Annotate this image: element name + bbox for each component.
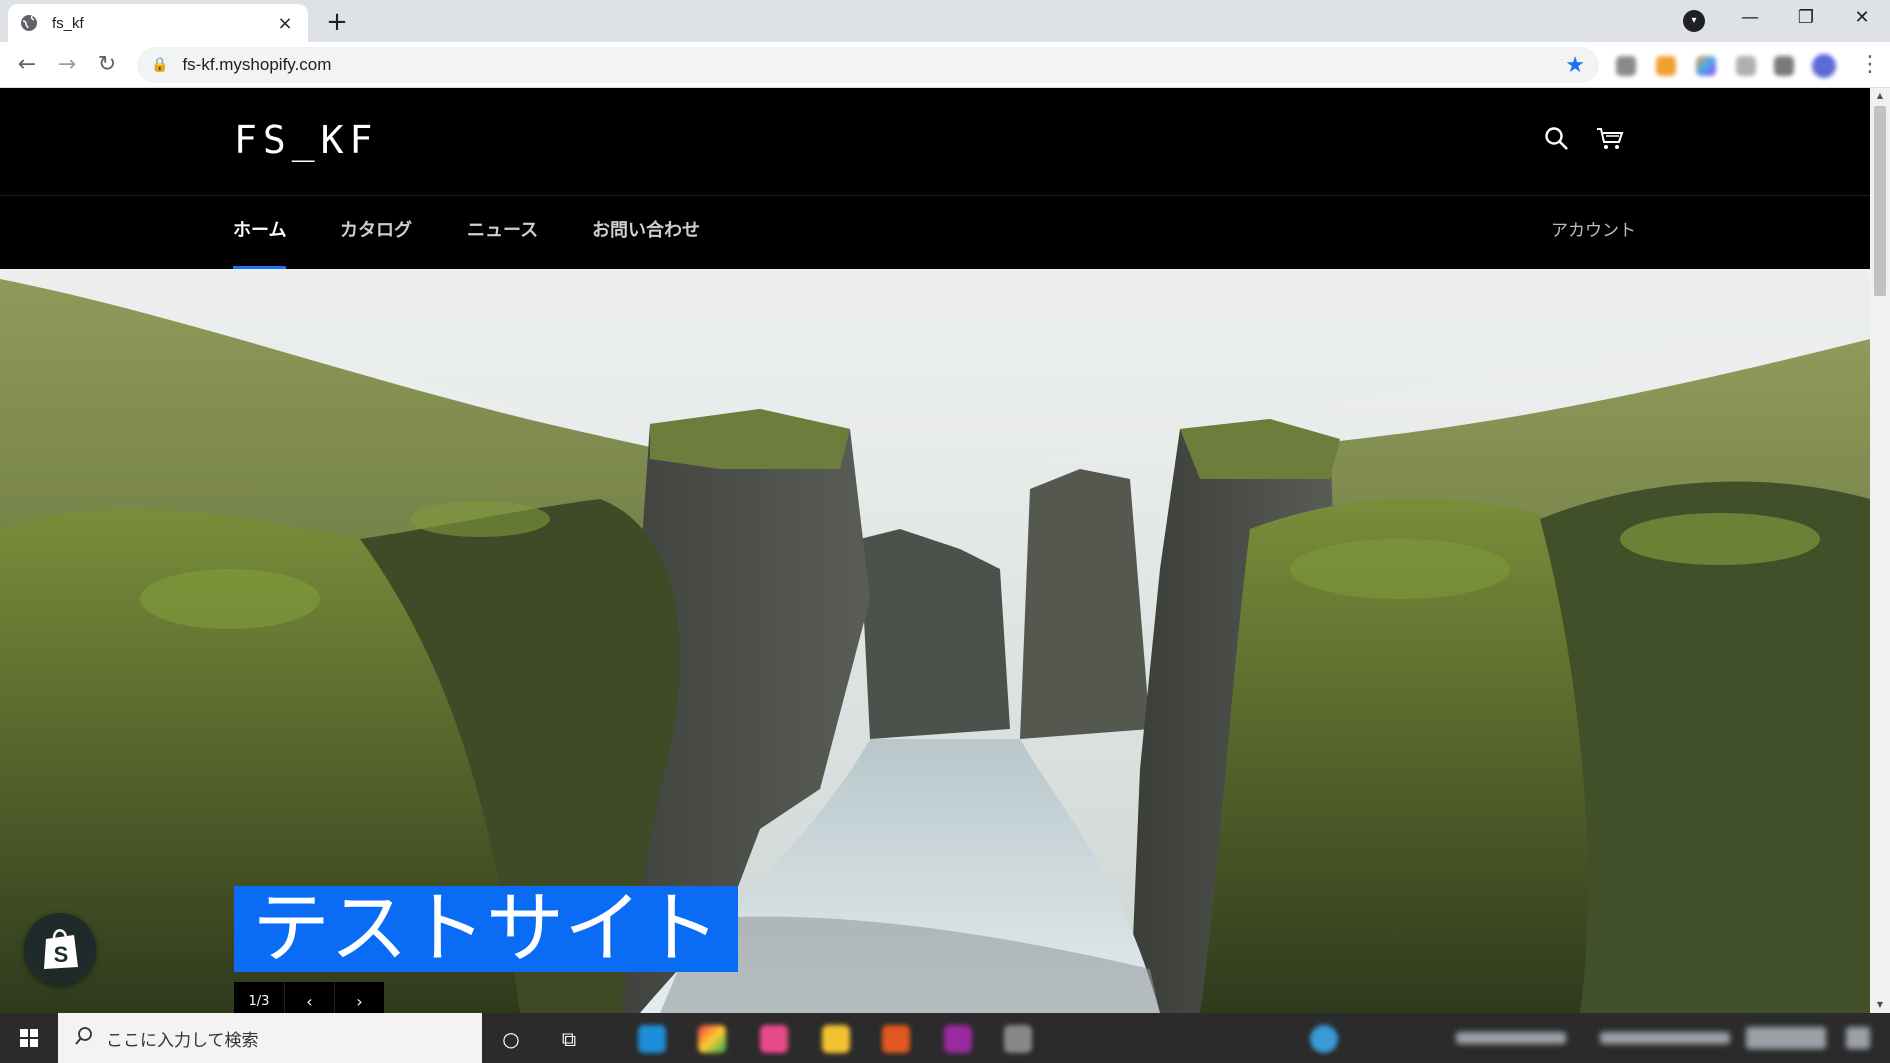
restore-button[interactable]: ❐	[1778, 0, 1834, 38]
extension-icon[interactable]	[1774, 56, 1794, 76]
reload-icon[interactable]: ↻	[92, 50, 122, 80]
shopify-bag-icon[interactable]: S	[24, 913, 96, 985]
extension-icon[interactable]	[1696, 56, 1716, 76]
taskbar-app-icon[interactable]	[638, 1025, 666, 1053]
browser-tab-strip: fs_kf × + ▾ — ❐ ✕	[0, 0, 1890, 42]
nav-item-news[interactable]: ニュース	[467, 197, 538, 269]
browser-menu-icon[interactable]: ⋮	[1858, 50, 1882, 80]
slide-prev-button[interactable]: ‹	[284, 982, 334, 1013]
nav-item-home[interactable]: ホーム	[233, 197, 287, 269]
search-icon	[74, 1026, 94, 1050]
hero-slideshow: テストサイト 1/3 ‹ ›	[0, 269, 1870, 1013]
windows-taskbar: ここに入力して検索 ○ ⧉	[0, 1013, 1890, 1063]
taskbar-clock[interactable]	[1746, 1027, 1826, 1049]
tab-search-icon[interactable]: ▾	[1683, 10, 1705, 32]
taskbar-search-placeholder: ここに入力して検索	[106, 1030, 259, 1051]
task-view-icon[interactable]: ⧉	[556, 1026, 582, 1052]
search-icon[interactable]	[1544, 126, 1574, 156]
slide-counter: 1/3	[234, 982, 284, 1013]
bookmark-star-icon[interactable]: ★	[1565, 53, 1585, 78]
notification-icon[interactable]	[1846, 1027, 1870, 1049]
extension-icon[interactable]	[1616, 56, 1636, 76]
browser-tab[interactable]: fs_kf ×	[8, 4, 308, 42]
tab-close-icon[interactable]: ×	[274, 13, 296, 34]
nav-item-catalog[interactable]: カタログ	[340, 197, 412, 269]
cortana-icon[interactable]: ○	[498, 1026, 524, 1052]
profile-avatar[interactable]	[1812, 54, 1836, 78]
nav-item-contact[interactable]: お問い合わせ	[592, 197, 700, 269]
close-window-button[interactable]: ✕	[1834, 0, 1890, 38]
back-arrow-icon[interactable]: ←	[12, 50, 42, 80]
site-header: FS_KF	[0, 88, 1870, 196]
page-scrollbar[interactable]: ▲ ▼	[1870, 88, 1890, 1013]
taskbar-search-box[interactable]: ここに入力して検索	[58, 1013, 482, 1063]
scroll-down-icon[interactable]: ▼	[1870, 997, 1890, 1013]
browser-toolbar: ← → ↻ 🔒 fs-kf.myshopify.com ★ ⋮	[0, 42, 1890, 88]
slide-next-button[interactable]: ›	[334, 982, 384, 1013]
tab-title: fs_kf	[52, 14, 84, 32]
address-bar[interactable]: 🔒 fs-kf.myshopify.com ★	[137, 47, 1599, 83]
extension-icon[interactable]	[1736, 56, 1756, 76]
site-logo[interactable]: FS_KF	[234, 118, 378, 162]
globe-icon	[20, 14, 38, 32]
page-viewport: FS_KF ホーム カタログ ニュース お問い合わせ アカウント テストサイト …	[0, 88, 1870, 1013]
account-link[interactable]: アカウント	[1551, 197, 1636, 269]
lock-icon: 🔒	[151, 57, 169, 73]
scroll-up-icon[interactable]: ▲	[1870, 88, 1890, 104]
hero-caption: テストサイト	[234, 886, 739, 972]
system-tray[interactable]	[1456, 1032, 1566, 1044]
system-tray-icons[interactable]	[1600, 1032, 1730, 1044]
taskbar-app-icon[interactable]	[760, 1025, 788, 1053]
svg-text:S: S	[54, 942, 69, 967]
windows-start-icon[interactable]	[0, 1013, 58, 1063]
scroll-thumb[interactable]	[1874, 106, 1886, 296]
taskbar-app-icon[interactable]	[944, 1025, 972, 1053]
new-tab-button[interactable]: +	[320, 6, 354, 40]
taskbar-app-icon[interactable]	[698, 1025, 726, 1053]
taskbar-app-icon[interactable]	[1310, 1025, 1338, 1053]
site-nav: ホーム カタログ ニュース お問い合わせ アカウント	[0, 197, 1870, 269]
taskbar-app-icon[interactable]	[822, 1025, 850, 1053]
forward-arrow-icon[interactable]: →	[52, 50, 82, 80]
slideshow-controls: 1/3 ‹ ›	[234, 982, 384, 1013]
extension-icon[interactable]	[1656, 56, 1676, 76]
taskbar-app-icon[interactable]	[882, 1025, 910, 1053]
taskbar-app-icon[interactable]	[1004, 1025, 1032, 1053]
cart-icon[interactable]	[1596, 126, 1626, 156]
minimize-button[interactable]: —	[1722, 0, 1778, 38]
url-text[interactable]: fs-kf.myshopify.com	[182, 55, 1565, 75]
